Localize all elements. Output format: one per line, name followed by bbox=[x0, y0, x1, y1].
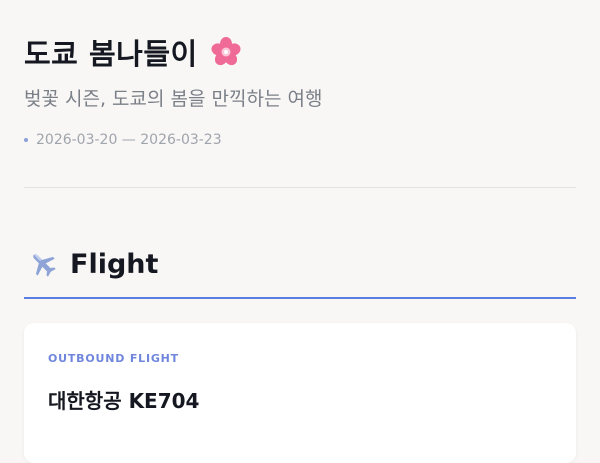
trip-header: 도쿄 봄나들이 bbox=[24, 30, 242, 74]
cherry-blossom-icon bbox=[211, 37, 241, 66]
flight-card-label: OUTBOUND FLIGHT bbox=[48, 352, 179, 365]
airplane-icon bbox=[33, 254, 56, 277]
trip-subtitle: 벚꽃 시즌, 도쿄의 봄을 만끽하는 여행 bbox=[24, 88, 323, 110]
section-underline bbox=[24, 297, 576, 299]
bullet-dot-icon bbox=[24, 138, 28, 142]
trip-dates: 2026-03-20 — 2026-03-23 bbox=[24, 132, 222, 148]
flight-card[interactable]: OUTBOUND FLIGHT 대한항공 KE704 bbox=[24, 323, 576, 463]
header-divider bbox=[24, 187, 576, 188]
trip-date-range: 2026-03-20 — 2026-03-23 bbox=[36, 132, 222, 148]
flight-section-header: Flight bbox=[28, 244, 158, 284]
section-title-flight: Flight bbox=[70, 248, 159, 280]
trip-title: 도쿄 봄나들이 bbox=[24, 37, 198, 71]
